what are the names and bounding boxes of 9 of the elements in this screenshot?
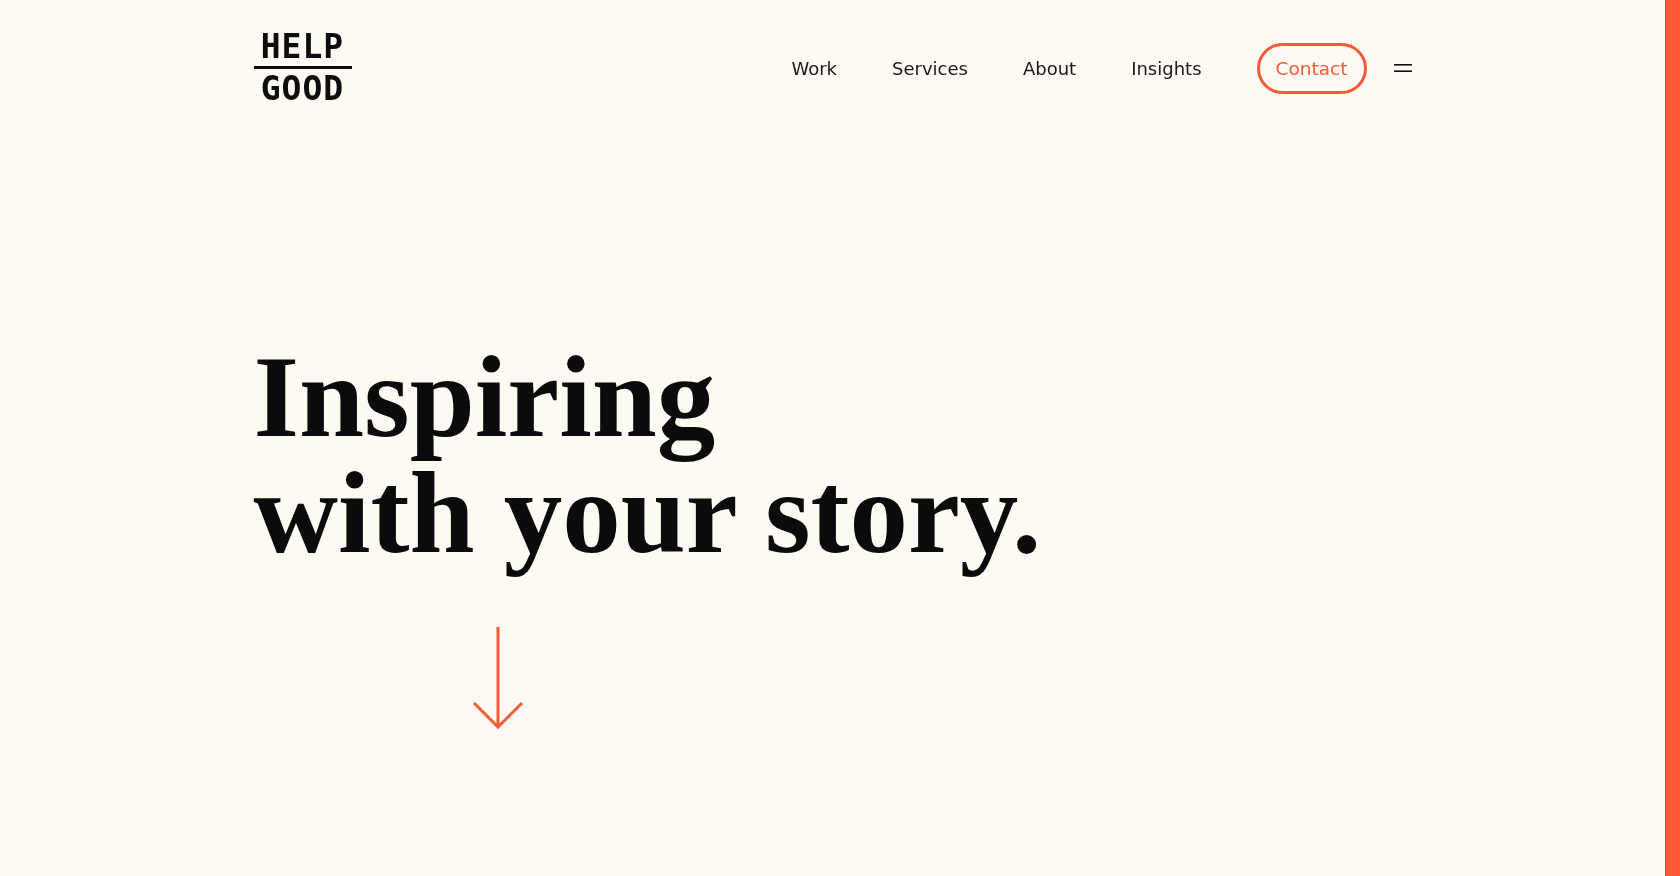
logo[interactable]: HELP GOOD bbox=[253, 32, 352, 104]
hero-headline: Inspiring with your story. bbox=[253, 333, 1042, 579]
menu-icon bbox=[1393, 64, 1412, 72]
arrow-down-icon[interactable] bbox=[471, 627, 524, 729]
menu-button[interactable] bbox=[1393, 64, 1412, 72]
nav-link[interactable]: Work bbox=[791, 57, 837, 79]
nav-link[interactable]: Insights bbox=[1131, 57, 1202, 79]
nav-link[interactable]: Services bbox=[892, 57, 968, 79]
nav-link[interactable]: About bbox=[1022, 57, 1077, 79]
